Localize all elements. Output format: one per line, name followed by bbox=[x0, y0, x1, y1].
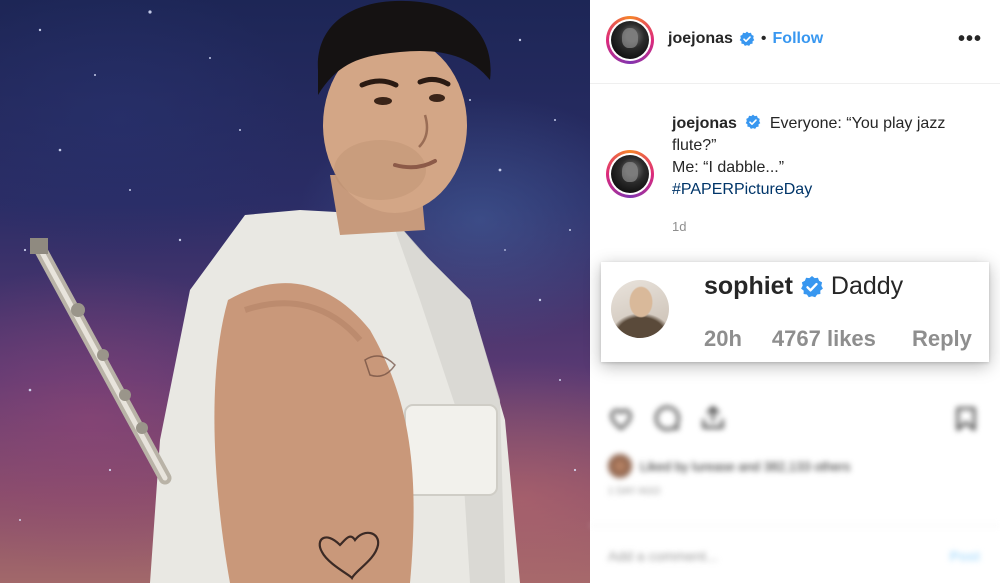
likes-summary-text: Liked by lurease and 382,133 others bbox=[640, 458, 851, 474]
post-age: 1 DAY AGO bbox=[608, 486, 661, 497]
comment-time: 20h bbox=[704, 326, 742, 351]
separator-dot: • bbox=[760, 30, 767, 47]
comment-input[interactable]: Add a comment... bbox=[608, 548, 718, 564]
follow-button[interactable]: Follow bbox=[773, 30, 824, 48]
liker-avatar bbox=[608, 454, 632, 478]
post-caption: joejonas Everyone: “You play jazz flute?… bbox=[672, 113, 982, 201]
comment-meta: 20h 4767 likes Reply bbox=[704, 326, 972, 352]
add-comment-bar: Add a comment... Post bbox=[590, 525, 1000, 583]
photo-illustration bbox=[19, 0, 577, 583]
post-comment-button[interactable]: Post bbox=[950, 548, 980, 564]
verified-badge-icon bbox=[801, 275, 823, 297]
likes-summary[interactable]: Liked by lurease and 382,133 others bbox=[608, 454, 850, 478]
post-header: joejonas • Follow ••• bbox=[590, 0, 1000, 84]
verified-badge-icon bbox=[746, 114, 761, 129]
caption-line-2: Me: “I dabble...” bbox=[672, 159, 785, 176]
post-photo[interactable] bbox=[0, 0, 590, 583]
commenter-avatar[interactable] bbox=[611, 280, 669, 338]
caption-hashtag[interactable]: #PAPERPictureDay bbox=[672, 181, 812, 198]
reply-button[interactable]: Reply bbox=[912, 326, 972, 352]
action-bar bbox=[606, 404, 728, 432]
commenter-username[interactable]: sophiet bbox=[704, 272, 793, 301]
author-row: joejonas • Follow bbox=[668, 30, 823, 48]
bookmark-icon[interactable] bbox=[952, 404, 980, 434]
verified-badge-icon bbox=[739, 31, 755, 46]
comment-text: Daddy bbox=[830, 272, 904, 300]
blurred-post-footer: Liked by lurease and 382,133 others 1 DA… bbox=[590, 370, 1000, 583]
heart-icon[interactable] bbox=[606, 404, 636, 432]
caption-time: 1d bbox=[672, 219, 687, 234]
author-avatar[interactable] bbox=[606, 16, 654, 64]
comment-body: sophiet Daddy bbox=[704, 272, 903, 301]
comment-icon[interactable] bbox=[652, 404, 682, 432]
share-icon[interactable] bbox=[698, 404, 728, 432]
highlighted-comment: sophiet Daddy 20h 4767 likes Reply bbox=[601, 262, 989, 362]
comment-likes[interactable]: 4767 likes bbox=[772, 326, 876, 352]
author-username[interactable]: joejonas bbox=[668, 30, 733, 48]
caption-author-avatar[interactable] bbox=[606, 150, 654, 198]
flute bbox=[30, 238, 172, 485]
more-options-icon[interactable]: ••• bbox=[958, 28, 982, 51]
caption-username[interactable]: joejonas bbox=[672, 115, 737, 132]
